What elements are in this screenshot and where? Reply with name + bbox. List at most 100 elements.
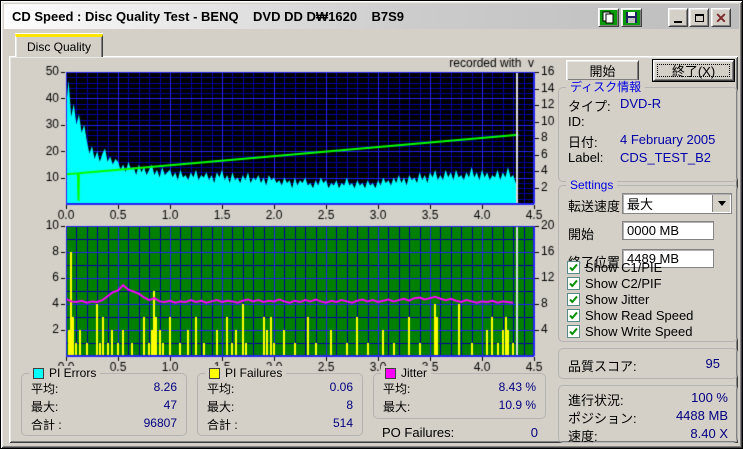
checkbox-label: Show Write Speed — [585, 324, 693, 339]
pi-errors-legend-title: PI Errors — [29, 366, 101, 380]
speed-label: 速度: — [568, 429, 598, 444]
tab-label: Disc Quality — [26, 40, 91, 54]
stat-label: 平均: — [207, 382, 235, 396]
title-bar: CD Speed : Disc Quality Test - BENQ DVD … — [4, 4, 739, 29]
position-value: 4488 MB — [675, 408, 728, 423]
checkbox-show-jitter[interactable]: Show Jitter — [567, 292, 649, 307]
field-value: DVD-R — [620, 96, 662, 111]
jitter-legend-title: Jitter — [381, 366, 432, 380]
minimize-icon — [674, 21, 682, 23]
settings-group: Settings 転送速度 最大 開始 0000 MB 終了位置 4489 MB… — [558, 178, 738, 342]
close-button[interactable]: ✕ — [711, 8, 731, 27]
start-position-value: 0000 MB — [627, 223, 680, 238]
stat-label: 平均: — [383, 382, 411, 396]
stat-value: 8.43 % — [498, 380, 536, 394]
transfer-speed-value: 最大 — [627, 197, 654, 212]
po-failures-label: PO Failures: — [382, 425, 455, 440]
progress-label: 進行状況: — [568, 393, 624, 408]
stat-value: 8.26 — [153, 380, 177, 394]
legend-title-text: PI Errors — [49, 366, 97, 380]
save-icon — [626, 12, 637, 23]
quality-score-label: 品質スコア: — [568, 359, 637, 374]
stat-value: 47 — [163, 398, 177, 412]
checkbox-show-write-speed[interactable]: Show Write Speed — [567, 324, 692, 339]
pi-failures-jitter-chart — [25, 219, 555, 373]
checkbox-label: Show Jitter — [585, 292, 650, 307]
transfer-speed-select[interactable]: 最大 — [622, 193, 732, 214]
checkbox-label: Show C2/PIF — [585, 276, 662, 291]
disc-info-title: ディスク情報 — [566, 80, 646, 94]
field-value: CDS_TEST_B2 — [620, 150, 712, 165]
exit-button-label: 終了(X) — [671, 64, 716, 79]
start-button-label: 開始 — [589, 64, 616, 79]
stat-value: 0.06 — [329, 380, 353, 394]
progress-group: 進行状況: 100 % ポジション: 4488 MB 速度: 8.40 X — [558, 385, 738, 444]
pi-failures-legend-title: PI Failures — [205, 366, 287, 380]
minimize-button[interactable] — [668, 8, 688, 27]
checkbox-label: Show C1/PIE — [585, 260, 663, 275]
jitter-swatch-icon — [385, 367, 396, 379]
transfer-speed-label: 転送速度 — [568, 199, 621, 214]
app-window: CD Speed : Disc Quality Test - BENQ DVD … — [0, 0, 743, 449]
field-label: Label: — [568, 150, 604, 165]
stat-value: 96807 — [143, 416, 177, 430]
check-icon — [569, 327, 578, 336]
legend-title-text: Jitter — [401, 366, 428, 380]
stat-value: 514 — [332, 416, 353, 430]
stat-value: 8 — [346, 398, 353, 412]
stat-label: 合計 : — [207, 418, 238, 432]
field-value: 4 February 2005 — [620, 132, 716, 147]
close-icon: ✕ — [715, 9, 727, 26]
checkbox-show-c1-pie[interactable]: Show C1/PIE — [567, 260, 662, 275]
copy-icon — [602, 11, 614, 24]
checkbox-show-read-speed[interactable]: Show Read Speed — [567, 308, 693, 323]
stat-value: 10.9 % — [498, 398, 536, 412]
field-label: 日付: — [568, 135, 598, 150]
stat-label: 最大: — [31, 400, 59, 414]
jitter-legend: Jitter 平均: 8.43 % 最大: 10.9 % — [373, 366, 546, 419]
stat-label: 合計 : — [31, 418, 62, 432]
checkbox-box — [567, 277, 580, 290]
check-icon — [569, 295, 578, 304]
window-title: CD Speed : Disc Quality Test - BENQ DVD … — [12, 9, 405, 24]
checkbox-box — [567, 325, 580, 338]
client-area: Disc Quality PI Errors 平均: 8.26 最大: 47 合計 … — [4, 29, 739, 445]
copy-button[interactable] — [598, 8, 619, 27]
stat-label: 最大: — [383, 400, 411, 414]
disc-info-group: ディスク情報 タイプ: DVD-R ID: 日付: 4 February 2005 … — [558, 80, 738, 182]
checkbox-show-c2-pif[interactable]: Show C2/PIF — [567, 276, 662, 291]
pi-errors-legend: PI Errors 平均: 8.26 最大: 47 合計 : 96807 — [21, 366, 187, 436]
legend-title-text: PI Failures — [225, 366, 283, 380]
pi-errors-swatch-icon — [33, 367, 44, 379]
check-icon — [569, 311, 578, 320]
checkbox-box — [567, 293, 580, 306]
save-button[interactable] — [621, 8, 642, 27]
quality-score-group: 品質スコア: 95 — [558, 348, 738, 379]
start-position-label: 開始 — [568, 227, 595, 242]
checkbox-box — [567, 309, 580, 322]
checkbox-box — [567, 261, 580, 274]
quality-score-value: 95 — [705, 356, 720, 371]
stat-label: 最大: — [207, 400, 235, 414]
maximize-icon — [694, 13, 704, 22]
settings-title: Settings — [566, 178, 618, 192]
pi-failures-legend: PI Failures 平均: 0.06 最大: 8 合計 : 514 — [197, 366, 363, 436]
position-label: ポジション: — [568, 411, 637, 426]
po-failures-value: 0 — [530, 425, 538, 440]
pi-failures-swatch-icon — [209, 367, 220, 379]
pi-errors-chart — [25, 56, 555, 224]
po-failures-row: PO Failures: 0 — [382, 425, 538, 440]
chevron-down-icon[interactable] — [712, 195, 730, 212]
start-button[interactable]: 開始 — [566, 60, 639, 81]
speed-value: 8.40 X — [690, 426, 728, 441]
maximize-button[interactable] — [689, 8, 709, 27]
exit-button[interactable]: 終了(X) — [653, 60, 734, 81]
checkbox-label: Show Read Speed — [585, 308, 694, 323]
start-position-input[interactable]: 0000 MB — [622, 221, 714, 240]
field-label: タイプ: — [568, 99, 611, 114]
check-icon — [569, 279, 578, 288]
field-label: ID: — [568, 114, 585, 129]
progress-value: 100 % — [691, 390, 728, 405]
tab-disc-quality[interactable]: Disc Quality — [15, 34, 103, 57]
check-icon — [569, 263, 578, 272]
